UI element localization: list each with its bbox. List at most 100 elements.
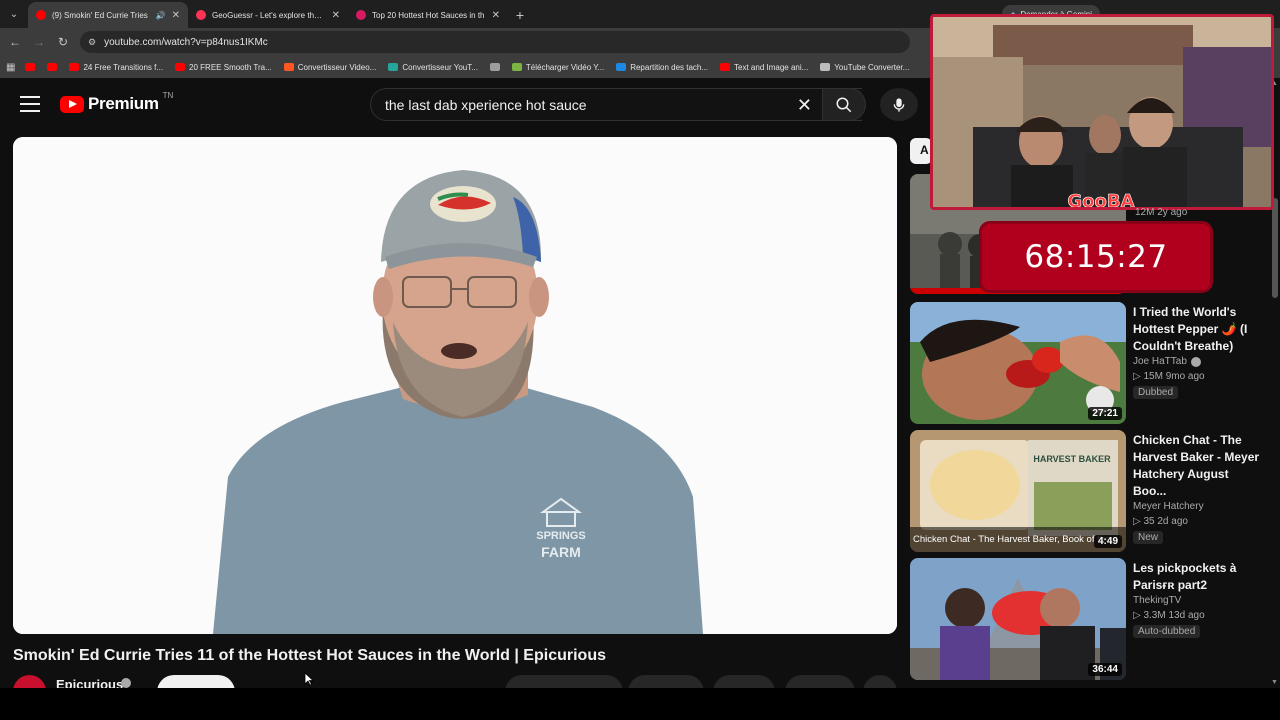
site-info-icon[interactable]: ⚙ — [88, 37, 96, 48]
back-arrow-icon[interactable]: ← — [8, 35, 22, 49]
bookmark-favicon-icon — [388, 63, 399, 71]
bookmark-favicon-icon — [175, 63, 186, 71]
thumbnail-image: HARVEST BAKER Chicken Chat - The Harvest… — [910, 430, 1126, 552]
reload-icon[interactable]: ↻ — [56, 35, 70, 49]
recommendation-thumbnail[interactable]: HARVEST BAKER Chicken Chat - The Harvest… — [910, 430, 1126, 552]
bookmark-item[interactable] — [47, 63, 58, 71]
dubbed-badge: Dubbed — [1133, 386, 1179, 399]
tab-2[interactable]: Top 20 Hottest Hot Sauces in th ✕ — [348, 2, 508, 28]
duration-badge: 4:49 — [1093, 535, 1122, 548]
new-badge: New — [1133, 531, 1164, 544]
duration-badge: 27:21 — [1088, 407, 1122, 420]
tab-title: (9) Smokin' Ed Currie Tries — [52, 10, 148, 20]
shirt-text-1: SPRINGS — [536, 530, 586, 542]
search-icon — [836, 97, 852, 112]
youtube-favicon-icon — [36, 10, 46, 20]
logo-text: Premium — [88, 94, 159, 113]
video-frame-image: SPRINGS FARM — [13, 137, 897, 634]
filter-chip[interactable]: A — [910, 138, 932, 164]
recommendation-thumbnail[interactable]: 27:21 — [910, 302, 1126, 424]
bookmark-favicon-icon — [511, 63, 522, 71]
recommendation-channel[interactable]: ThekingTV — [1133, 595, 1181, 606]
country-code: TN — [162, 90, 174, 100]
hamburger-menu-icon[interactable] — [20, 96, 40, 112]
forward-arrow-icon[interactable]: → — [32, 35, 46, 49]
tab-title: GeoGuessr - Let's explore the w — [212, 10, 326, 20]
youtube-logo[interactable]: Premium TN — [60, 90, 174, 114]
bookmark-item[interactable]: Télécharger Vidéo Y... — [511, 62, 605, 72]
recommendation-3[interactable]: 36:44 Les pickpockets à Parisғʀ part2 Th… — [910, 558, 1270, 680]
recommendation-thumbnail[interactable]: 36:44 — [910, 558, 1126, 680]
recommendation-1[interactable]: 27:21 I Tried the World's Hottest Pepper… — [910, 302, 1270, 424]
bookmark-item[interactable] — [489, 63, 500, 71]
tab-0[interactable]: (9) Smokin' Ed Currie Tries 🔊 ✕ — [28, 2, 188, 28]
bookmark-item[interactable] — [25, 63, 36, 71]
search-button[interactable] — [822, 88, 866, 121]
scrollbar-thumb[interactable] — [1272, 198, 1278, 298]
duration-badge: 36:44 — [1088, 663, 1122, 676]
bookmark-label: Repartition des tach... — [630, 62, 709, 72]
bookmark-favicon-icon — [69, 63, 80, 71]
webcam-image: GooBA — [933, 17, 1271, 207]
verified-icon — [121, 678, 131, 688]
tab-1[interactable]: GeoGuessr - Let's explore the w ✕ — [188, 2, 348, 28]
video-stats: 12M 2y ago — [1135, 207, 1188, 218]
bookmark-item[interactable]: 24 Free Transitions f... — [69, 63, 163, 72]
url-field[interactable]: ⚙ youtube.com/watch?v=p84nus1IKMc — [80, 31, 910, 53]
close-icon[interactable]: ✕ — [172, 10, 180, 21]
bookmark-item[interactable]: Convertisseur YouT... — [388, 63, 478, 72]
video-player[interactable]: SPRINGS FARM — [13, 137, 897, 634]
recommendation-title[interactable]: Chicken Chat - The Harvest Baker - Meyer… — [1133, 432, 1263, 500]
bookmark-favicon-icon — [720, 63, 731, 71]
thumbnail-book-title: HARVEST BAKER — [1033, 454, 1111, 464]
bookmark-label: 24 Free Transitions f... — [83, 62, 164, 72]
recommendation-title[interactable]: Les pickpockets à Parisғʀ part2 — [1133, 560, 1263, 594]
bookmark-label: Text and Image ani... — [734, 62, 809, 72]
tab-search-icon[interactable]: ⌄ — [0, 0, 28, 28]
thumbnail-image — [910, 558, 1126, 680]
tab-title: Top 20 Hottest Hot Sauces in th — [372, 10, 485, 20]
thumbnail-caption: Chicken Chat - The Harvest Baker, Book o… — [913, 534, 1110, 545]
bookmark-label: Convertisseur YouT... — [402, 62, 478, 72]
scroll-down-icon[interactable]: ▼ — [1271, 679, 1278, 686]
bookmark-favicon-icon — [489, 63, 500, 71]
apps-grid-icon[interactable]: ▦ — [6, 62, 15, 73]
bookmark-label: YouTube Converter... — [834, 62, 910, 72]
bookmark-item[interactable]: Text and Image ani... — [720, 63, 808, 72]
screen: ⌄ (9) Smokin' Ed Currie Tries 🔊 ✕ GeoGue… — [0, 0, 1280, 720]
recommendation-title[interactable]: I Tried the World's Hottest Pepper 🌶️ (I… — [1133, 304, 1263, 355]
microphone-icon — [893, 97, 905, 112]
bookmark-favicon-icon — [820, 63, 831, 71]
new-tab-button[interactable]: + — [508, 2, 532, 28]
cam-label: GooBA — [1067, 191, 1134, 207]
clear-icon[interactable]: ✕ — [797, 95, 812, 116]
bookmark-label: Télécharger Vidéo Y... — [525, 62, 605, 72]
voice-search-button[interactable] — [880, 88, 918, 121]
search-input[interactable]: the last dab xperience hot sauce ✕ — [370, 88, 862, 121]
auto-dubbed-badge: Auto-dubbed — [1133, 625, 1201, 638]
bookmark-item[interactable]: Convertisseur Video... — [283, 62, 377, 72]
verified-icon — [1190, 356, 1201, 367]
recommendation-meta: ▷ 35 2d ago — [1133, 516, 1188, 527]
shirt-text-2: FARM — [541, 544, 581, 560]
pepper-favicon-icon — [356, 10, 366, 20]
close-icon[interactable]: ✕ — [332, 10, 340, 21]
speaker-icon[interactable]: 🔊 — [156, 11, 166, 20]
url-text: youtube.com/watch?v=p84nus1IKMc — [104, 36, 268, 48]
bookmark-favicon-icon — [616, 63, 627, 71]
bookmark-favicon-icon — [283, 63, 294, 71]
recommendation-2[interactable]: HARVEST BAKER Chicken Chat - The Harvest… — [910, 430, 1270, 552]
stream-timer: 68:15:27 — [982, 224, 1210, 290]
mouse-cursor-icon — [304, 672, 314, 686]
bookmark-item[interactable]: YouTube Converter... — [820, 63, 909, 72]
webcam-overlay: GooBA — [930, 14, 1274, 210]
youtube-play-icon — [60, 95, 84, 113]
bookmark-label: Convertisseur Video... — [297, 62, 377, 72]
search-query: the last dab xperience hot sauce — [385, 96, 587, 113]
bookmark-item[interactable]: Repartition des tach... — [616, 63, 708, 72]
recommendation-channel[interactable]: Meyer Hatchery — [1133, 501, 1204, 512]
recommendation-channel[interactable]: Joe HaTTab — [1133, 356, 1187, 367]
close-icon[interactable]: ✕ — [492, 10, 500, 21]
bookmark-item[interactable]: 20 FREE Smooth Tra... — [175, 63, 272, 72]
recommendation-meta: ▷ 15M 9mo ago — [1133, 371, 1205, 382]
